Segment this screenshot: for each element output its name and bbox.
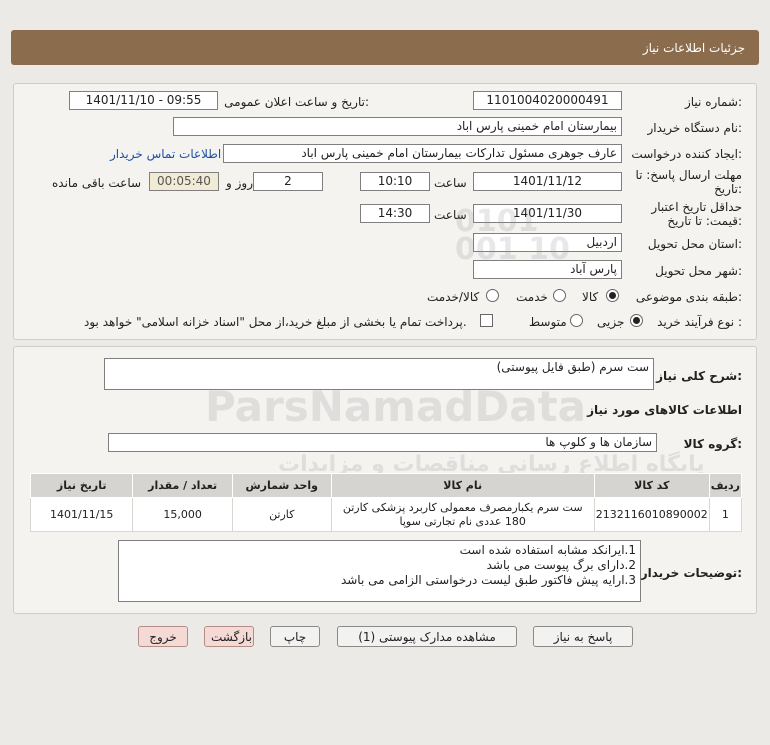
table-header-row: ردیف کد کالا نام کالا واحد شمارش تعداد /… — [29, 473, 743, 498]
buyer-note-line: 1.ایرانکد مشابه استفاده شده است — [459, 543, 636, 557]
buyer-notes-box: 1.ایرانکد مشابه استفاده شده است 2.دارای … — [118, 540, 641, 602]
view-attachments-button[interactable]: مشاهده مدارک پیوستی (1) — [337, 626, 517, 647]
time-remaining-field: 00:05:40 — [149, 172, 219, 191]
treasury-payment-checkbox[interactable] — [480, 314, 493, 327]
deadline-time-label: ساعت — [434, 176, 467, 190]
process-radio-medium[interactable] — [570, 314, 583, 327]
process-radio-minor[interactable] — [630, 314, 643, 327]
category-option-service: خدمت — [516, 290, 548, 304]
process-label: نوع فرآیند خرید : — [657, 315, 742, 329]
col-row-header: ردیف — [708, 473, 743, 498]
goods-group-field: سازمان ها و کلوپ ها — [108, 433, 657, 452]
col-unit-header: واحد شمارش — [231, 473, 332, 498]
city-field: پارس آباد — [473, 260, 622, 279]
announce-datetime-field: 1401/11/10 - 09:55 — [69, 91, 218, 110]
category-option-goods-service: کالا/خدمت — [427, 290, 480, 304]
col-name-header: نام کالا — [330, 473, 595, 498]
need-number-field: 1101004020000491 — [473, 91, 622, 110]
city-label: شهر محل تحویل: — [655, 264, 742, 278]
creator-label: ایجاد کننده درخواست: — [631, 147, 742, 161]
print-button[interactable]: چاپ — [270, 626, 320, 647]
cell-date: 1401/11/15 — [29, 497, 134, 532]
reply-button[interactable]: پاسخ به نیاز — [533, 626, 633, 647]
days-remaining-field: 2 — [253, 172, 323, 191]
buyer-note-line: 3.ارایه پیش فاکتور طبق لیست درخواستی الز… — [340, 573, 636, 587]
goods-group-label: گروه کالا: — [683, 437, 742, 451]
page-header: جزئیات اطلاعات نیاز — [11, 30, 759, 65]
category-radio-goods-service[interactable] — [486, 289, 499, 302]
province-label: استان محل تحویل: — [647, 237, 742, 251]
table-row: 1 2132116010890002 ست سرم یکبارمصرف معمو… — [29, 497, 743, 532]
category-label: طبقه بندی موضوعی: — [635, 290, 742, 304]
page-title: جزئیات اطلاعات نیاز — [642, 41, 745, 55]
cell-name: ست سرم یکبارمصرف معمولی کاربرد پزشکی کار… — [330, 497, 595, 532]
category-radio-goods[interactable] — [606, 289, 619, 302]
category-radio-service[interactable] — [553, 289, 566, 302]
need-number-label: شماره نیاز: — [684, 95, 742, 109]
buyer-note-line: 2.دارای برگ پیوست می باشد — [486, 558, 636, 572]
announce-label: تاریخ و ساعت اعلان عمومی: — [224, 95, 369, 109]
col-code-header: کد کالا — [593, 473, 710, 498]
deadline-date-field: 1401/11/12 — [473, 172, 622, 191]
creator-field: عارف جوهری مسئول تدارکات بیمارستان امام … — [223, 144, 622, 163]
cell-code: 2132116010890002 — [593, 497, 710, 532]
validity-date-field: 1401/11/30 — [473, 204, 622, 223]
buyer-label: نام دستگاه خریدار: — [647, 121, 743, 135]
validity-label: حداقل تاریخ اعتبار قیمت: تا تاریخ: — [651, 200, 742, 228]
category-option-goods: کالا — [582, 290, 599, 304]
province-field: اردبیل — [473, 233, 622, 252]
cell-unit: کارتن — [231, 497, 332, 532]
time-remaining-label: ساعت باقی مانده — [52, 176, 142, 190]
treasury-payment-note: پرداخت تمام یا بخشی از مبلغ خرید،از محل … — [84, 315, 467, 329]
deadline-label: مهلت ارسال پاسخ: تا تاریخ: — [635, 168, 742, 196]
process-option-medium: متوسط — [529, 315, 567, 329]
goods-table: ردیف کد کالا نام کالا واحد شمارش تعداد /… — [29, 473, 743, 532]
goods-info-title: اطلاعات کالاهای مورد نیاز — [587, 403, 742, 417]
need-summary-label: شرح کلی نیاز: — [656, 369, 742, 383]
process-option-minor: جزیی — [597, 315, 625, 329]
buyer-notes-label: توضیحات خریدار: — [640, 566, 742, 580]
back-button[interactable]: بازگشت — [204, 626, 254, 647]
days-label: روز و — [226, 176, 253, 190]
cell-qty: 15,000 — [132, 497, 233, 532]
cell-row: 1 — [708, 497, 743, 532]
deadline-time-field: 10:10 — [360, 172, 430, 191]
need-summary-field: ست سرم (طبق فایل پیوستی) — [104, 358, 654, 390]
buyer-field: بیمارستان امام خمینی پارس اباد — [173, 117, 622, 136]
buyer-contact-link[interactable]: اطلاعات تماس خریدار — [110, 147, 221, 161]
exit-button[interactable]: خروج — [138, 626, 188, 647]
col-qty-header: تعداد / مقدار — [132, 473, 233, 498]
validity-time-field: 14:30 — [360, 204, 430, 223]
validity-time-label: ساعت — [434, 208, 467, 222]
col-date-header: تاریخ نیاز — [29, 473, 134, 498]
